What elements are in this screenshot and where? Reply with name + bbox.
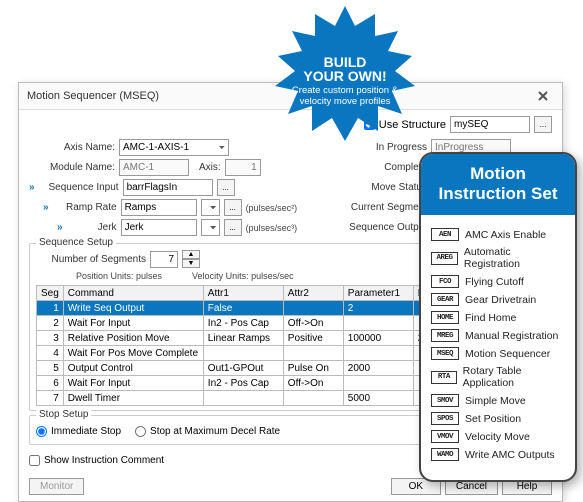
instruction-badge: SMOV bbox=[431, 394, 459, 407]
module-name-label: Module Name: bbox=[29, 162, 115, 173]
jerk-label: Jerk bbox=[69, 222, 117, 233]
pos-units: Position Units: pulses bbox=[76, 271, 162, 281]
jerk-units: (pulses/sec³) bbox=[246, 223, 298, 233]
col-cmd[interactable]: Command bbox=[63, 286, 203, 301]
chevron-icon: » bbox=[57, 222, 63, 233]
stop-immediate[interactable]: Immediate Stop bbox=[36, 422, 121, 437]
seq-input-label: Sequence Input bbox=[41, 182, 119, 193]
ramp-rate-dd[interactable] bbox=[201, 199, 220, 216]
promo-starburst: BUILD YOUR OWN! Create custom position &… bbox=[270, 6, 420, 156]
instruction-badge: RTA bbox=[431, 371, 457, 384]
axis-label: Axis: bbox=[199, 162, 221, 173]
instruction-item: SMOV Simple Move bbox=[431, 394, 565, 407]
instruction-label: Velocity Move bbox=[465, 431, 530, 443]
instruction-set-card: Motion Instruction Set AEN AMC Axis Enabl… bbox=[419, 152, 577, 482]
instruction-badge: VMOV bbox=[431, 430, 459, 443]
col-seg[interactable]: Seg bbox=[37, 286, 64, 301]
instruction-item: HOME Find Home bbox=[431, 311, 565, 324]
jerk-field[interactable] bbox=[121, 219, 197, 236]
instruction-label: Simple Move bbox=[465, 395, 526, 407]
instruction-label: Find Home bbox=[465, 312, 516, 324]
instruction-badge: HOME bbox=[431, 311, 459, 324]
instruction-item: WAMO Write AMC Outputs bbox=[431, 448, 565, 461]
module-name-input bbox=[119, 159, 189, 176]
col-a2[interactable]: Attr2 bbox=[283, 286, 343, 301]
burst-sub: Create custom position & velocity move p… bbox=[290, 85, 400, 108]
stop-title: Stop Setup bbox=[36, 409, 91, 420]
instruction-badge: WAMO bbox=[431, 448, 459, 461]
instruction-item: MSEQ Motion Sequencer bbox=[431, 347, 565, 360]
ramp-rate-field[interactable] bbox=[121, 199, 197, 216]
seq-setup-title: Sequence Setup bbox=[36, 237, 116, 248]
instruction-item: GEAR Gear Drivetrain bbox=[431, 293, 565, 306]
instruction-badge: MSEQ bbox=[431, 347, 459, 360]
jerk-browse[interactable]: ... bbox=[224, 219, 242, 236]
col-p1[interactable]: Parameter1 bbox=[343, 286, 413, 301]
axis-input bbox=[225, 159, 261, 176]
chevron-icon: » bbox=[43, 202, 49, 213]
instruction-label: Flying Cutoff bbox=[465, 276, 524, 288]
numseg-label: Number of Segments bbox=[36, 254, 146, 265]
ramp-rate-label: Ramp Rate bbox=[55, 202, 117, 213]
instruction-item: RTA Rotary Table Application bbox=[431, 365, 565, 389]
instruction-badge: SPOS bbox=[431, 412, 459, 425]
instruction-badge: FCO bbox=[431, 275, 459, 288]
seq-input-field[interactable] bbox=[123, 179, 213, 196]
axis-name-select[interactable]: AMC-1-AXIS-1 bbox=[119, 139, 229, 156]
instruction-label: Manual Registration bbox=[465, 330, 558, 342]
ramp-units: (pulses/sec²) bbox=[246, 203, 298, 213]
col-a1[interactable]: Attr1 bbox=[203, 286, 283, 301]
instruction-badge: AREG bbox=[431, 252, 458, 265]
chevron-icon: » bbox=[29, 182, 35, 193]
axis-name-label: Axis Name: bbox=[29, 142, 115, 153]
instruction-item: AEN AMC Axis Enable bbox=[431, 228, 565, 241]
numseg-up[interactable]: ▲ bbox=[182, 250, 200, 259]
curseg-label: Current Segment bbox=[339, 202, 427, 213]
instruction-label: Rotary Table Application bbox=[463, 365, 565, 389]
stop-decel[interactable]: Stop at Maximum Decel Rate bbox=[135, 422, 280, 437]
burst-line2: YOUR OWN! bbox=[303, 69, 386, 83]
card-header: Motion Instruction Set bbox=[421, 154, 575, 215]
burst-line1: BUILD bbox=[324, 55, 367, 69]
instruction-label: Motion Sequencer bbox=[465, 348, 550, 360]
numseg-down[interactable]: ▼ bbox=[182, 259, 200, 268]
instruction-item: VMOV Velocity Move bbox=[431, 430, 565, 443]
instruction-badge: GEAR bbox=[431, 293, 459, 306]
vel-units: Velocity Units: pulses/sec bbox=[192, 271, 294, 281]
seq-input-browse[interactable]: ... bbox=[217, 179, 235, 196]
complete-label: Complete bbox=[339, 162, 427, 173]
close-button[interactable] bbox=[532, 87, 554, 105]
close-icon bbox=[538, 91, 548, 101]
instruction-item: MREG Manual Registration bbox=[431, 329, 565, 342]
instruction-label: Automatic Registration bbox=[464, 246, 565, 270]
instruction-item: FCO Flying Cutoff bbox=[431, 275, 565, 288]
monitor-button[interactable]: Monitor bbox=[29, 478, 84, 495]
numseg-input[interactable] bbox=[150, 251, 178, 268]
instruction-badge: MREG bbox=[431, 329, 459, 342]
ramp-rate-browse[interactable]: ... bbox=[224, 199, 242, 216]
instruction-label: Write AMC Outputs bbox=[465, 449, 555, 461]
instruction-badge: AEN bbox=[431, 228, 459, 241]
instruction-label: Gear Drivetrain bbox=[465, 294, 536, 306]
instruction-label: AMC Axis Enable bbox=[465, 229, 546, 241]
seqout-label: Sequence Output bbox=[339, 222, 427, 233]
jerk-dd[interactable] bbox=[201, 219, 220, 236]
instruction-item: AREG Automatic Registration bbox=[431, 246, 565, 270]
dialog-title: Motion Sequencer (MSEQ) bbox=[27, 90, 159, 102]
instruction-item: SPOS Set Position bbox=[431, 412, 565, 425]
use-structure-browse[interactable]: ... bbox=[534, 116, 552, 133]
use-structure-input[interactable] bbox=[450, 116, 530, 133]
instruction-label: Set Position bbox=[465, 413, 521, 425]
movestatus-label: Move Status bbox=[339, 182, 427, 193]
